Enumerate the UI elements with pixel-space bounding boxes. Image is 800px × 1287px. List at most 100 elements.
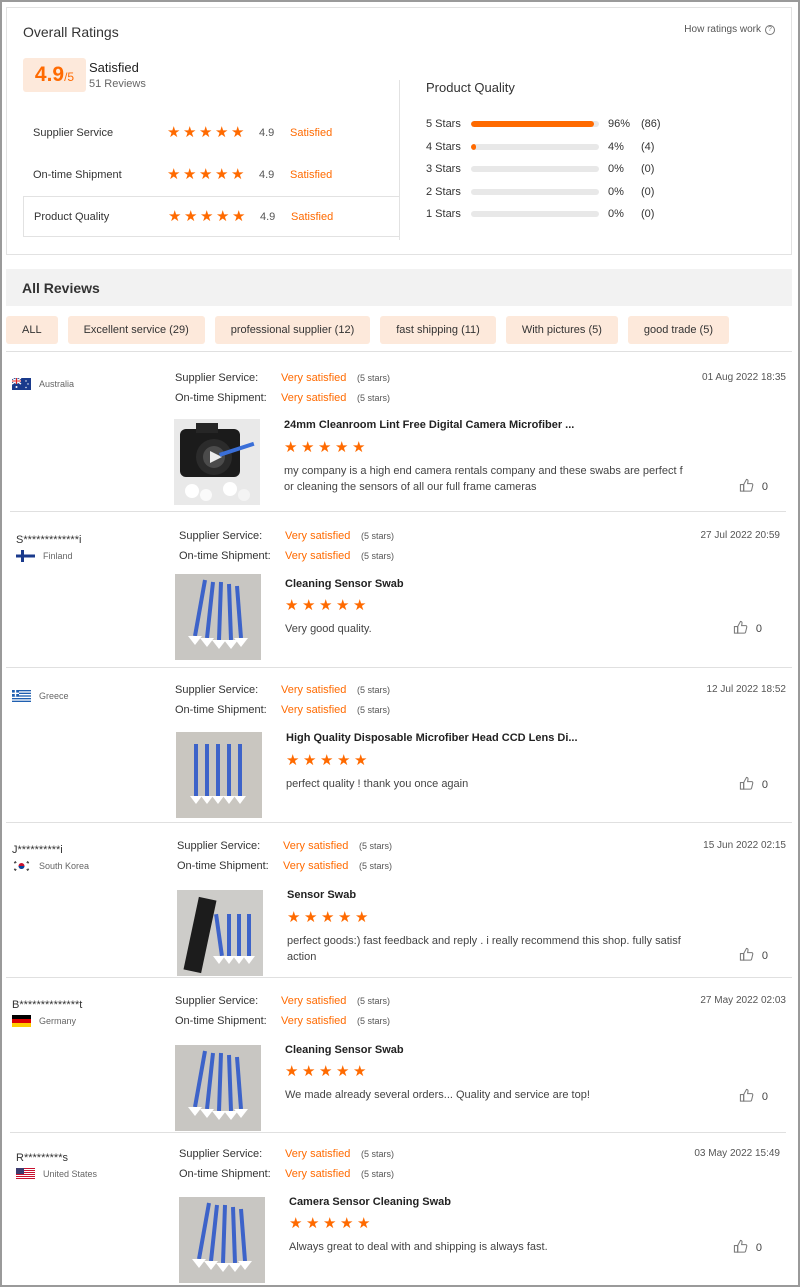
- filter-tag[interactable]: With pictures (5): [505, 316, 618, 344]
- rating-value: Very satisfied: [283, 840, 349, 852]
- rating-stars-count: (5 stars): [357, 373, 391, 383]
- ontime-shipment-rating: On-time Shipment: Very satisfied (5 stars): [179, 1168, 394, 1180]
- rating-stars-count: (5 stars): [361, 551, 395, 561]
- product-thumbnail[interactable]: [179, 1197, 265, 1283]
- star-icon: ★: [200, 208, 214, 225]
- rating-stars-count: (5 stars): [357, 1016, 391, 1026]
- country-name: Finland: [43, 551, 73, 561]
- rating-label: Supplier Service:: [179, 530, 263, 542]
- filter-tag[interactable]: professional supplier (12): [214, 316, 371, 344]
- question-icon: ?: [765, 24, 775, 35]
- star-icon: ★: [357, 1215, 371, 1232]
- country-name: South Korea: [39, 861, 90, 871]
- distribution-percent: 0%: [608, 208, 624, 221]
- filter-tag[interactable]: good trade (5): [627, 316, 730, 344]
- reviewer-name: S*************i: [16, 534, 82, 546]
- rating-value: Very satisfied: [285, 550, 351, 562]
- review-text-line: perfect quality ! thank you once again: [286, 778, 469, 790]
- country-name: Greece: [39, 691, 69, 701]
- sub-rating-status: Satisfied: [291, 210, 334, 223]
- sub-rating-stars: ★ ★ ★ ★ ★: [167, 125, 246, 140]
- supplier-service-rating: Supplier Service: Very satisfied (5 stars): [177, 840, 392, 852]
- review-text: Always great to deal with and shipping i…: [289, 1239, 548, 1255]
- sub-rating-score: 4.9: [259, 168, 275, 181]
- filter-tag[interactable]: ALL: [6, 316, 58, 344]
- star-icon: ★: [355, 909, 369, 926]
- star-icon: ★: [285, 1063, 299, 1080]
- sub-rating-score: 4.9: [260, 210, 276, 223]
- reviewer-country: Greece: [12, 690, 69, 702]
- distribution-percent: 4%: [608, 140, 624, 153]
- thumbs-up-icon: [739, 776, 754, 794]
- like-count: 0: [761, 950, 768, 962]
- like-button[interactable]: 0: [739, 1088, 768, 1106]
- review-text-line: or cleaning the sensors of all our full …: [284, 481, 537, 493]
- rating-stars-count: (5 stars): [359, 861, 393, 871]
- reviewer-country: South Korea: [12, 860, 89, 872]
- like-count: 0: [761, 1091, 768, 1103]
- flag-icon: [16, 550, 35, 562]
- star-icon: ★: [335, 439, 349, 456]
- how-ratings-work-label: How ratings work: [684, 24, 761, 35]
- rating-label: On-time Shipment:: [177, 860, 269, 872]
- like-button[interactable]: 0: [733, 1239, 762, 1257]
- like-count: 0: [761, 481, 768, 493]
- product-name[interactable]: Cleaning Sensor Swab: [285, 1044, 404, 1056]
- product-name[interactable]: Sensor Swab: [287, 889, 356, 901]
- distribution-percent: 96%: [608, 118, 631, 130]
- filter-tag[interactable]: fast shipping (11): [380, 316, 496, 344]
- overall-score-badge: 4.9 /5: [23, 58, 86, 92]
- like-button[interactable]: 0: [739, 776, 768, 794]
- reviewer-name: B**************t: [12, 999, 83, 1011]
- sub-rating-label: On-time Shipment: [33, 168, 122, 181]
- star-icon: ★: [336, 597, 350, 614]
- sub-rating-row: Product Quality ★ ★ ★ ★ ★ 4.9 Satisfied: [23, 196, 399, 237]
- review-text-line: Always great to deal with and shipping i…: [289, 1241, 548, 1253]
- star-icon: ★: [354, 752, 368, 769]
- product-thumbnail[interactable]: [175, 1045, 261, 1131]
- sub-rating-row: On-time Shipment ★ ★ ★ ★ ★ 4.9 Satisfied: [23, 154, 399, 195]
- sub-rating-row: Supplier Service ★ ★ ★ ★ ★ 4.9 Satisfied: [23, 112, 399, 153]
- product-thumbnail[interactable]: [174, 419, 260, 505]
- rating-value: Very satisfied: [285, 530, 351, 542]
- distribution-percent: 0%: [608, 185, 624, 198]
- review-text-line: Very good quality.: [285, 623, 372, 635]
- sub-rating-status: Satisfied: [290, 126, 333, 139]
- star-icon: ★: [287, 909, 301, 926]
- product-name[interactable]: High Quality Disposable Microfiber Head …: [286, 732, 578, 744]
- how-ratings-work-link[interactable]: How ratings work ?: [684, 24, 775, 35]
- product-name[interactable]: Camera Sensor Cleaning Swab: [289, 1196, 451, 1208]
- like-button[interactable]: 0: [739, 947, 768, 965]
- product-thumbnail[interactable]: [175, 574, 261, 660]
- all-reviews-title: All Reviews: [22, 280, 100, 296]
- rating-label: On-time Shipment:: [179, 550, 271, 562]
- rating-value: Very satisfied: [281, 1015, 347, 1027]
- rating-stars-count: (5 stars): [361, 1149, 395, 1159]
- overall-satisfaction: Satisfied: [89, 60, 139, 75]
- rating-value: Very satisfied: [281, 392, 347, 404]
- product-thumbnail[interactable]: [177, 890, 263, 976]
- review-text: perfect goods:) fast feedback and reply …: [287, 933, 681, 965]
- star-icon: ★: [231, 124, 245, 141]
- distribution-label: 5 Stars: [426, 118, 461, 130]
- reviewer-country: Finland: [16, 550, 73, 562]
- thumbs-up-icon: [733, 620, 748, 638]
- like-button[interactable]: 0: [739, 478, 768, 496]
- product-name[interactable]: Cleaning Sensor Swab: [285, 578, 404, 590]
- overall-score-suffix: /5: [64, 70, 75, 84]
- supplier-service-rating: Supplier Service: Very satisfied (5 stars): [179, 1148, 394, 1160]
- supplier-service-rating: Supplier Service: Very satisfied (5 stars): [175, 995, 390, 1007]
- star-icon: ★: [289, 1215, 303, 1232]
- review-text-line: We made already several orders... Qualit…: [285, 1089, 590, 1101]
- star-icon: ★: [301, 439, 315, 456]
- flag-icon: [12, 1015, 31, 1027]
- like-button[interactable]: 0: [733, 620, 762, 638]
- review-text-line: action: [287, 951, 317, 963]
- reviewer-name: R*********s: [16, 1152, 68, 1164]
- review-text-line: perfect goods:) fast feedback and reply …: [287, 935, 681, 947]
- rating-label: Supplier Service:: [177, 840, 261, 852]
- star-icon: ★: [304, 909, 318, 926]
- filter-tag[interactable]: Excellent service (29): [67, 316, 205, 344]
- product-name[interactable]: 24mm Cleanroom Lint Free Digital Camera …: [284, 419, 574, 431]
- product-thumbnail[interactable]: [176, 732, 262, 818]
